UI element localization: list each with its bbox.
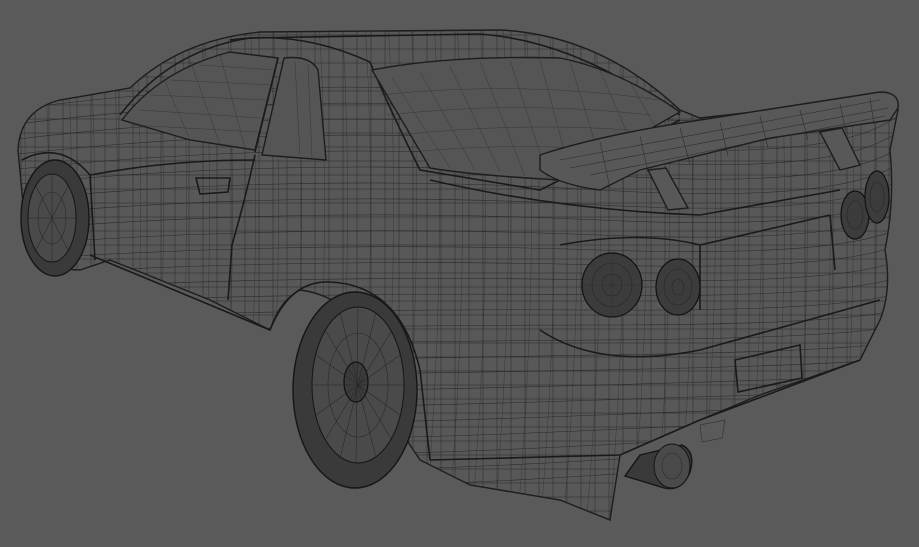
mesh-flow-line	[907, 20, 919, 540]
tail-light-left-outer	[581, 252, 643, 318]
wireframe-render	[17, 20, 919, 540]
mesh-flow-line	[32, 30, 49, 520]
mesh-flow-line	[18, 30, 26, 520]
rear-wheel	[292, 291, 418, 489]
front-wheel	[20, 159, 90, 277]
tail-light-right-outer	[864, 170, 890, 224]
tail-light-left-inner	[655, 258, 701, 316]
3d-viewport[interactable]	[0, 0, 919, 547]
